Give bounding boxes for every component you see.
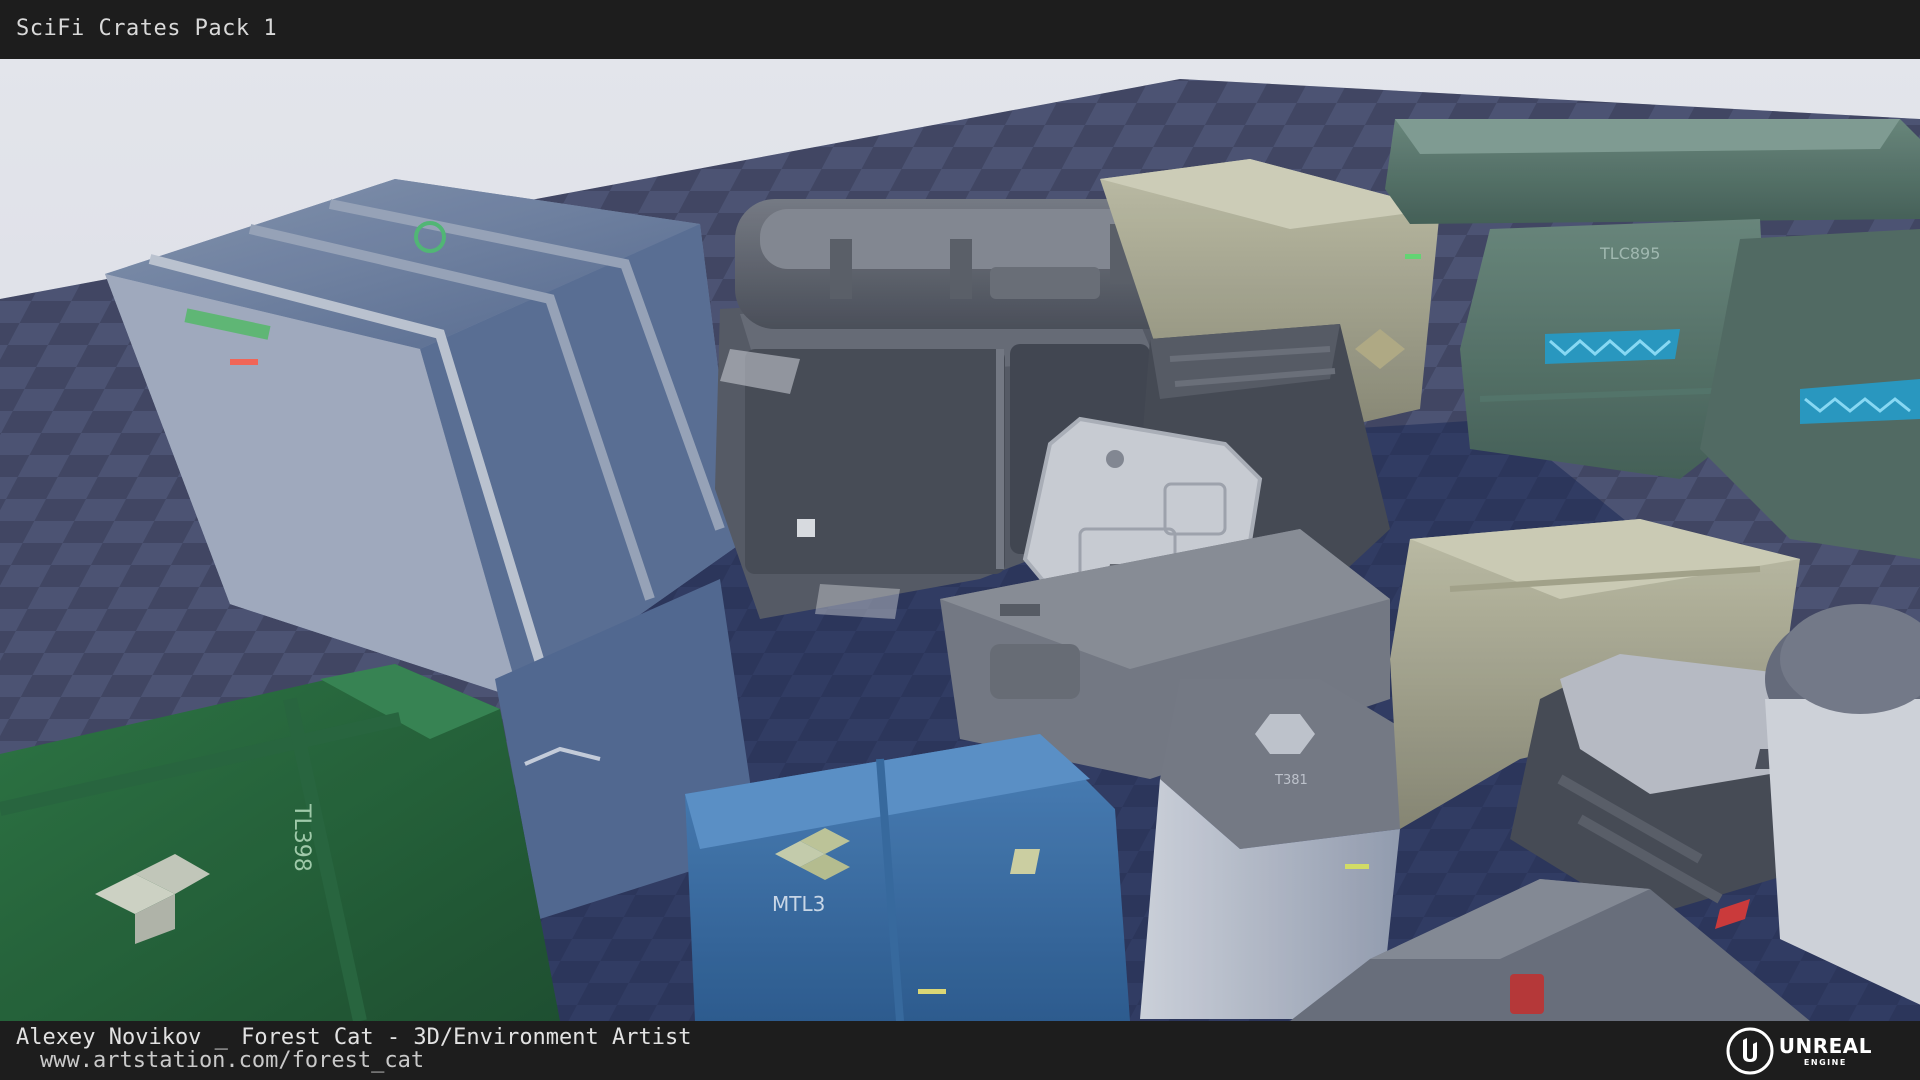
title-bar: SciFi Crates Pack 1 [0, 0, 1920, 59]
page-title: SciFi Crates Pack 1 [16, 16, 278, 41]
unreal-u-icon [1726, 1027, 1774, 1075]
unreal-wordmark: UNREAL [1778, 1033, 1872, 1058]
screenshot-frame: SciFi Crates Pack 1 T381 TL398 MTL3 TLC8… [0, 0, 1920, 1080]
footer-bar: Alexey Novikov _ Forest Cat - 3D/Environ… [0, 1021, 1920, 1080]
unreal-engine-logo: UNREAL ENGINE [1725, 1025, 1872, 1077]
engine-wordmark: ENGINE [1803, 1057, 1847, 1067]
render-viewport: T381 TL398 MTL3 TLC895 [0, 59, 1920, 1021]
artist-url: www.artstation.com/forest_cat [40, 1048, 425, 1073]
artist-credit: Alexey Novikov _ Forest Cat - 3D/Environ… [16, 1025, 692, 1050]
scene-render: T381 TL398 MTL3 TLC895 [0, 59, 1920, 1021]
